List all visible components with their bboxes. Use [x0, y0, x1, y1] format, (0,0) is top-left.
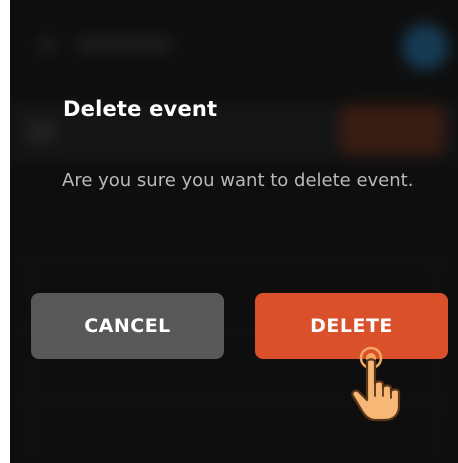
app-screen: Delete event Are you sure you want to de… [10, 0, 458, 463]
dialog-message: Are you sure you want to delete event. [62, 170, 414, 191]
cancel-button[interactable]: CANCEL [31, 293, 224, 359]
hand-pointer-icon [351, 346, 401, 422]
dialog-title: Delete event [63, 97, 218, 121]
delete-event-dialog: Delete event Are you sure you want to de… [10, 0, 458, 463]
